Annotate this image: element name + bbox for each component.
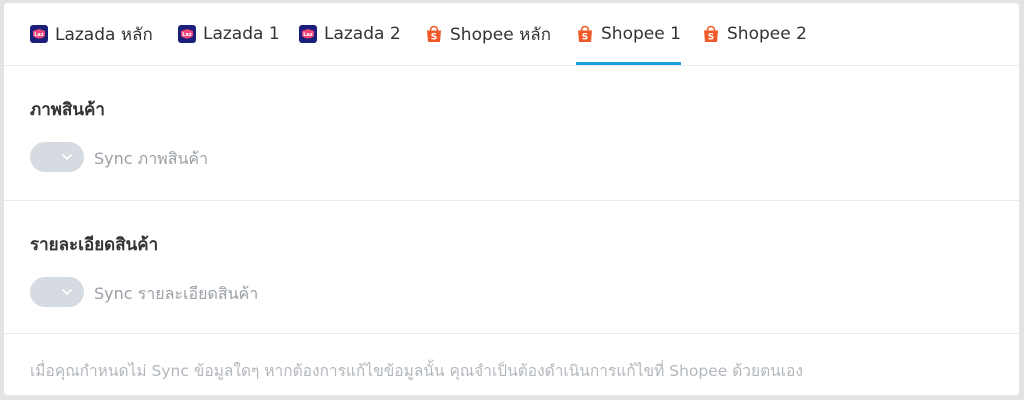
tab-label: Lazada หลัก [55,24,153,45]
shopee-icon: S [704,25,718,43]
chevron-down-icon [61,153,73,161]
sync-settings-panel: Laz Lazada หลัก Laz Lazada 1 Laz Lazada … [4,3,1019,395]
shopee-icon: S [578,25,592,43]
section-product-details: รายละเอียดสินค้า Sync รายละเอียดสินค้า [4,201,1019,334]
tab-lazada-1[interactable]: Laz Lazada 1 [178,3,280,65]
svg-text:S: S [708,33,714,43]
sync-details-toggle[interactable] [30,277,84,307]
tab-shopee-1[interactable]: S Shopee 1 [576,3,681,65]
tab-label: Shopee 1 [601,24,681,44]
tab-label: Lazada 1 [203,24,280,44]
tab-label: Shopee 2 [727,24,807,44]
tab-label: Lazada 2 [324,24,401,44]
svg-text:Laz: Laz [182,32,192,38]
toggle-label: Sync รายละเอียดสินค้า [94,284,259,303]
chevron-down-icon [61,288,73,296]
tab-shopee-main[interactable]: S Shopee หลัก [425,3,551,65]
marketplace-tabs: Laz Lazada หลัก Laz Lazada 1 Laz Lazada … [4,3,1019,66]
toggle-label: Sync ภาพสินค้า [94,149,209,168]
section-title: รายละเอียดสินค้า [30,235,159,255]
tab-label: Shopee หลัก [450,24,551,45]
svg-text:S: S [431,33,437,43]
lazada-icon: Laz [30,25,48,43]
lazada-icon: Laz [299,25,317,43]
section-product-images: ภาพสินค้า Sync ภาพสินค้า [4,66,1019,201]
lazada-icon: Laz [178,25,196,43]
tab-lazada-main[interactable]: Laz Lazada หลัก [30,3,153,65]
tab-lazada-2[interactable]: Laz Lazada 2 [299,3,401,65]
tab-shopee-2[interactable]: S Shopee 2 [702,3,807,65]
svg-text:Laz: Laz [303,32,313,38]
svg-text:Laz: Laz [34,32,44,38]
section-title: ภาพสินค้า [30,100,105,120]
shopee-icon: S [427,25,441,43]
sync-note-text: เมื่อคุณกำหนดไม่ Sync ข้อมูลใดๆ หากต้องก… [30,362,803,380]
svg-text:S: S [582,33,588,43]
sync-images-toggle[interactable] [30,142,84,172]
